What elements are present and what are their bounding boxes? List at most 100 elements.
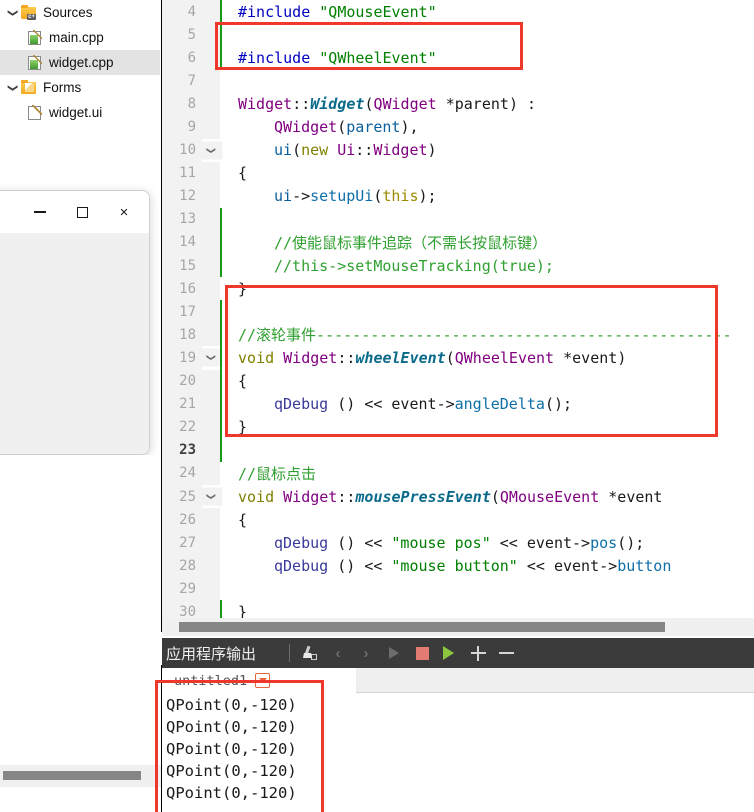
code-token: }: [238, 279, 248, 298]
zoom-in-icon[interactable]: [466, 641, 490, 665]
app-window-titlebar[interactable]: ×: [0, 191, 149, 233]
code-line[interactable]: 16}: [162, 277, 754, 301]
code-line[interactable]: 17: [162, 300, 754, 324]
code-line[interactable]: 9 QWidget(parent),: [162, 115, 754, 139]
code-text: //this->setMouseTracking(true);: [274, 254, 554, 277]
run-debug-icon[interactable]: [438, 641, 462, 665]
code-line[interactable]: 13: [162, 207, 754, 231]
chevron-down-icon[interactable]: [255, 673, 271, 688]
zoom-out-icon[interactable]: [494, 641, 518, 665]
code-line[interactable]: 6 #include "QWheelEvent": [162, 46, 754, 70]
code-token: <<: [499, 533, 518, 552]
code-line[interactable]: 19 ❯ void Widget:: wheelEvent(QWheelEvent *…: [162, 346, 754, 370]
project-tree[interactable]: ❯ Sources main.cpp widget.cpp ❯ Forms widget.u…: [0, 0, 160, 190]
editor-horizontal-scrollbar[interactable]: [162, 618, 754, 636]
code-line[interactable]: 25 ❯ void Widget:: mousePressEvent(QMouseEv…: [162, 484, 754, 509]
next-item-icon[interactable]: ›: [354, 641, 378, 665]
code-line[interactable]: 27 qDebug () << "mouse pos" << event -> pos…: [162, 531, 754, 555]
fold-placeholder: [202, 392, 220, 416]
output-tab-untitled1[interactable]: untitled1: [162, 668, 356, 693]
code-token: qDebug: [274, 395, 329, 414]
chevron-down-icon[interactable]: ❯: [4, 5, 20, 21]
close-button[interactable]: ×: [103, 195, 145, 229]
tree-item-Forms[interactable]: ❯ Forms: [0, 75, 160, 100]
code-line[interactable]: 24 //鼠标点击: [162, 461, 754, 485]
code-line[interactable]: 22}: [162, 415, 754, 439]
output-toolbar[interactable]: ‹ ›: [298, 641, 518, 665]
left-scrollbar-thumb[interactable]: [3, 771, 141, 780]
code-token: ::: [337, 487, 356, 506]
code-line[interactable]: 7: [162, 69, 754, 93]
code-line[interactable]: 10 ❯ ui(new Ui:: Widget): [162, 138, 754, 162]
change-marker: [220, 69, 222, 92]
fold-placeholder: [202, 69, 220, 93]
line-number: 7: [187, 72, 196, 89]
minimize-button[interactable]: [19, 195, 61, 229]
code-line[interactable]: 15 //this->setMouseTracking(true);: [162, 254, 754, 278]
fold-placeholder: [202, 46, 220, 70]
code-line[interactable]: 12 ui -> setupUi(this);: [162, 184, 754, 208]
code-line[interactable]: 5: [162, 23, 754, 47]
code-line[interactable]: 29: [162, 577, 754, 601]
code-token: ->: [436, 395, 455, 414]
code-token: event: [382, 395, 437, 414]
change-marker: [220, 277, 222, 300]
editor-scrollbar-thumb[interactable]: [179, 622, 665, 632]
output-line: QPoint(0,-120): [166, 762, 297, 780]
tree-item-widget-ui[interactable]: widget.ui: [0, 100, 160, 125]
code-line[interactable]: 23: [162, 438, 754, 462]
code-token: (): [328, 533, 365, 552]
code-line[interactable]: 21 qDebug () << event -> angleDelta ();: [162, 392, 754, 416]
maximize-button[interactable]: [61, 195, 103, 229]
app-window-body[interactable]: [0, 233, 149, 454]
output-console[interactable]: QPoint(0,-120) QPoint(0,-120) QPoint(0,-12…: [162, 693, 754, 812]
code-token: void: [238, 487, 275, 506]
code-line[interactable]: 8 Widget:: Widget(QWidget *parent) :: [162, 92, 754, 116]
code-token: Widget: [310, 94, 365, 113]
chevron-down-icon[interactable]: ❯: [4, 80, 20, 96]
code-text: void Widget:: mousePressEvent(QMouseEvent…: [238, 485, 662, 508]
change-marker: [220, 230, 222, 255]
code-editor[interactable]: 4 #include "QMouseEvent" 5 6 #include "QWhee…: [162, 0, 754, 618]
code-line[interactable]: 30}: [162, 600, 754, 618]
code-token: {: [238, 164, 248, 183]
fold-placeholder: [202, 161, 220, 185]
change-marker: [220, 600, 222, 618]
running-app-window[interactable]: ×: [0, 190, 150, 455]
code-line[interactable]: 20 {: [162, 369, 754, 393]
code-token: ui: [274, 141, 293, 160]
clear-output-icon[interactable]: [298, 641, 322, 665]
code-line[interactable]: 14 //使能鼠标事件追踪（不需长按鼠标键）: [162, 230, 754, 255]
left-pane-horizontal-scrollbar[interactable]: [0, 765, 162, 787]
code-line[interactable]: 28 qDebug () << "mouse button" << event ->…: [162, 554, 754, 578]
code-token: pos: [590, 533, 618, 552]
line-number: 17: [179, 303, 196, 320]
tree-item-widget-cpp[interactable]: widget.cpp: [0, 50, 160, 75]
code-line[interactable]: 26 {: [162, 508, 754, 532]
line-number: 26: [179, 511, 196, 528]
code-line[interactable]: 4 #include "QMouseEvent": [162, 0, 754, 24]
code-token: qDebug: [274, 533, 329, 552]
code-token: ->: [572, 533, 591, 552]
run-icon[interactable]: [382, 641, 406, 665]
tree-item-main-cpp[interactable]: main.cpp: [0, 25, 160, 50]
code-token: ::: [355, 141, 374, 160]
previous-item-icon[interactable]: ‹: [326, 641, 350, 665]
code-line[interactable]: 18 //滚轮事件--------------------------------…: [162, 323, 754, 347]
change-marker: [220, 46, 222, 70]
code-token: QWidget: [274, 118, 338, 137]
fold-placeholder: [202, 230, 220, 255]
code-text: void Widget:: wheelEvent(QWheelEvent *eve…: [238, 346, 626, 369]
toolbar-separator: [289, 644, 291, 662]
line-number: 30: [179, 603, 196, 618]
line-number: 11: [179, 165, 196, 182]
code-line[interactable]: 11 {: [162, 161, 754, 185]
tree-item-Sources[interactable]: ❯ Sources: [0, 0, 160, 25]
change-marker: [220, 577, 222, 600]
output-panel-title: 应用程序输出: [166, 645, 257, 663]
zoom-out-icon-glyph: [498, 646, 514, 661]
stop-icon[interactable]: [410, 641, 434, 665]
output-tabbar[interactable]: untitled1: [162, 668, 754, 693]
code-token: button: [617, 556, 672, 575]
